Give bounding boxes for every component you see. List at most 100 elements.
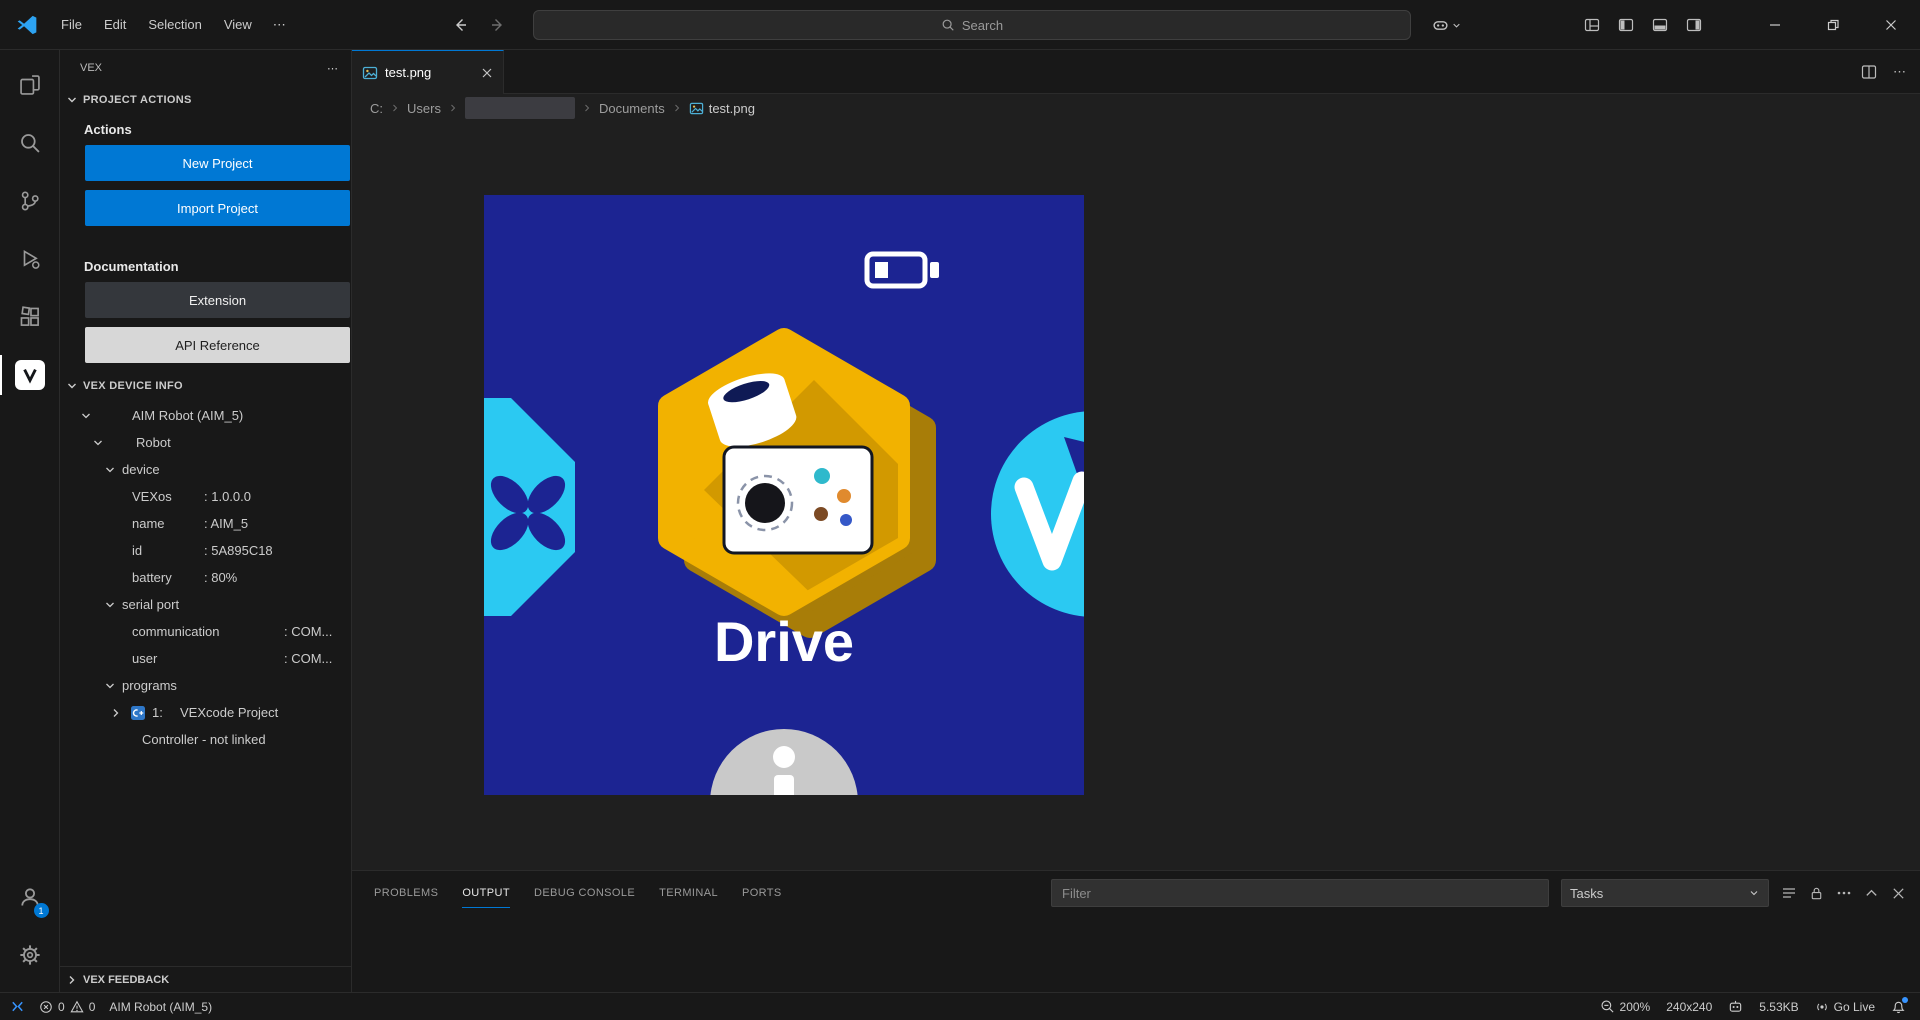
image-file-icon — [362, 65, 378, 81]
robot-status[interactable] — [1728, 999, 1743, 1014]
minimize-button[interactable] — [1746, 0, 1804, 50]
tree-item-communication[interactable]: communication : COM... — [60, 618, 351, 645]
breadcrumb-documents[interactable]: Documents — [599, 101, 665, 116]
go-live-label: Go Live — [1834, 1000, 1875, 1014]
tab-terminal[interactable]: TERMINAL — [659, 871, 718, 915]
zoom-control[interactable]: 200% — [1600, 999, 1651, 1014]
toggle-secondary-sidebar-icon[interactable] — [1686, 17, 1702, 33]
tree-item-robot-root[interactable]: AIM Robot (AIM_5) — [60, 402, 351, 429]
sidebar-item-settings[interactable] — [0, 926, 60, 984]
sidebar-more-actions-icon[interactable]: ⋯ — [327, 62, 339, 75]
copilot-menu[interactable] — [1432, 0, 1461, 50]
chevron-down-icon — [64, 378, 80, 394]
device-name: AIM Robot (AIM_5) — [109, 1000, 212, 1014]
tab-ports[interactable]: PORTS — [742, 871, 782, 915]
forward-icon[interactable] — [490, 17, 506, 33]
remote-indicator[interactable] — [10, 999, 25, 1014]
tree-item-vexos[interactable]: VEXos : 1.0.0.0 — [60, 483, 351, 510]
go-live-button[interactable]: Go Live — [1815, 1000, 1875, 1014]
problems-status[interactable]: 0 0 — [39, 1000, 95, 1014]
tree-label: battery — [132, 570, 204, 585]
close-tab-icon[interactable] — [481, 67, 493, 79]
tree-item-name[interactable]: name : AIM_5 — [60, 510, 351, 537]
sidebar-item-account[interactable]: 1 — [0, 868, 60, 926]
more-actions-icon[interactable] — [1836, 885, 1852, 901]
tab-test-png[interactable]: test.png — [352, 50, 504, 94]
menu-more-icon[interactable]: ⋯ — [263, 11, 297, 39]
close-button[interactable] — [1862, 0, 1920, 50]
breadcrumb-file[interactable]: test.png — [689, 101, 755, 116]
output-views-icon[interactable] — [1781, 885, 1797, 901]
lock-icon[interactable] — [1809, 886, 1824, 901]
vscode-logo — [16, 14, 38, 36]
maximize-panel-icon[interactable] — [1864, 886, 1879, 901]
tree-item-program-1[interactable]: 1: VEXcode Project — [60, 699, 351, 726]
extension-docs-button[interactable]: Extension — [85, 282, 350, 318]
sidebar-item-run-debug[interactable] — [0, 230, 60, 288]
more-actions-icon[interactable]: ⋯ — [1893, 64, 1906, 80]
split-editor-icon[interactable] — [1861, 64, 1877, 80]
tree-label: serial port — [122, 597, 179, 612]
chevron-down-icon — [64, 92, 80, 108]
device-status[interactable]: AIM Robot (AIM_5) — [109, 1000, 212, 1014]
tree-label: communication — [132, 624, 284, 639]
tree-item-serial-port[interactable]: serial port — [60, 591, 351, 618]
new-project-button[interactable]: New Project — [85, 145, 350, 181]
device-tree: AIM Robot (AIM_5) Robot device VEXos : 1… — [60, 402, 351, 753]
sidebar-item-vex[interactable] — [0, 346, 60, 404]
image-preview-pane[interactable]: Drive — [352, 122, 1920, 870]
section-project-actions[interactable]: PROJECT ACTIONS — [60, 86, 351, 114]
output-filter-input[interactable] — [1051, 879, 1549, 907]
api-reference-button[interactable]: API Reference — [85, 327, 350, 363]
tree-item-battery[interactable]: battery : 80% — [60, 564, 351, 591]
back-icon[interactable] — [452, 17, 468, 33]
sidebar-item-extensions[interactable] — [0, 288, 60, 346]
breadcrumb: C: Users Documents test.png — [352, 94, 1920, 122]
status-bar: 0 0 AIM Robot (AIM_5) 200% 240x240 5.53K… — [0, 992, 1920, 1020]
tab-label: test.png — [385, 65, 431, 80]
toggle-primary-sidebar-icon[interactable] — [1618, 17, 1634, 33]
breadcrumb-users[interactable]: Users — [407, 101, 441, 116]
chevron-right-icon — [108, 705, 124, 721]
chevron-down-icon — [1748, 887, 1760, 899]
section-vex-feedback[interactable]: VEX FEEDBACK — [60, 966, 351, 992]
output-channel-dropdown[interactable]: Tasks — [1561, 879, 1769, 907]
sidebar-item-search[interactable] — [0, 114, 60, 172]
tree-item-programs[interactable]: programs — [60, 672, 351, 699]
menu-file[interactable]: File — [50, 11, 93, 38]
close-panel-icon[interactable] — [1891, 886, 1906, 901]
import-project-button[interactable]: Import Project — [85, 190, 350, 226]
customize-layout-icon[interactable] — [1584, 17, 1600, 33]
tree-item-user-port[interactable]: user : COM... — [60, 645, 351, 672]
notifications-button[interactable] — [1891, 999, 1906, 1014]
chevron-down-icon — [78, 408, 94, 424]
warning-count: 0 — [89, 1000, 96, 1014]
warnings-icon — [70, 1000, 84, 1014]
toggle-panel-icon[interactable] — [1652, 17, 1668, 33]
tree-item-robot[interactable]: Robot — [60, 429, 351, 456]
tree-item-controller[interactable]: Controller - not linked — [60, 726, 351, 753]
activity-bar-bottom: 1 — [0, 868, 60, 984]
search-input[interactable]: Search — [533, 10, 1411, 40]
tree-item-device[interactable]: device — [60, 456, 351, 483]
tree-item-id[interactable]: id : 5A895C18 — [60, 537, 351, 564]
sidebar-item-explorer[interactable] — [0, 56, 60, 114]
tab-debug-console[interactable]: DEBUG CONSOLE — [534, 871, 635, 915]
section-device-info[interactable]: VEX DEVICE INFO — [60, 372, 351, 400]
breadcrumb-username-redacted[interactable] — [465, 97, 575, 119]
output-channel-label: Tasks — [1570, 886, 1603, 901]
sidebar-item-source-control[interactable] — [0, 172, 60, 230]
tab-output[interactable]: OUTPUT — [462, 871, 510, 915]
breadcrumb-drive[interactable]: C: — [370, 101, 383, 116]
status-right: 200% 240x240 5.53KB Go Live — [1600, 999, 1920, 1014]
chevron-right-icon — [389, 102, 401, 114]
tree-label: id — [132, 543, 204, 558]
menu-selection[interactable]: Selection — [137, 11, 212, 38]
chevron-right-icon — [671, 102, 683, 114]
menu-view[interactable]: View — [213, 11, 263, 38]
menu-edit[interactable]: Edit — [93, 11, 137, 38]
breadcrumb-file-label: test.png — [709, 101, 755, 116]
restore-button[interactable] — [1804, 0, 1862, 50]
tab-problems[interactable]: PROBLEMS — [374, 871, 438, 915]
layout-controls — [1584, 0, 1702, 50]
